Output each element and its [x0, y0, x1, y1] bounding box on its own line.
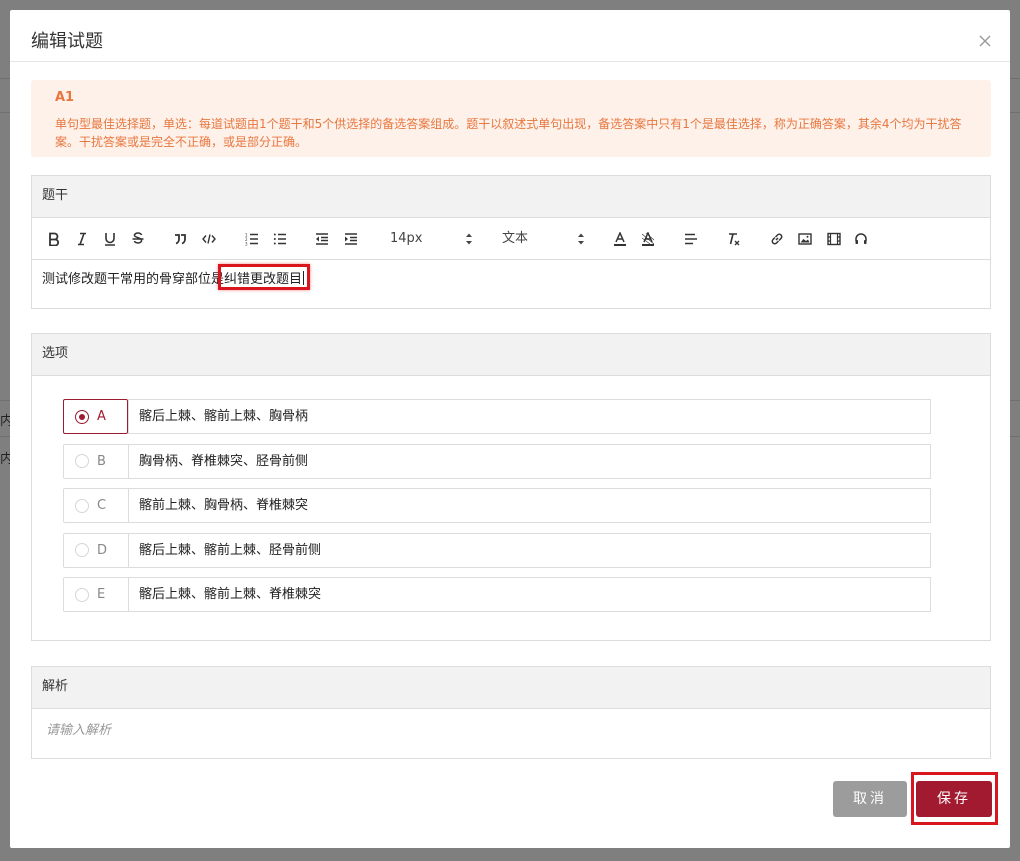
indent-icon[interactable] — [342, 230, 360, 248]
save-button[interactable]: 保存 — [916, 781, 992, 817]
question-type-code: A1 — [55, 90, 75, 105]
stem-editor[interactable]: 测试修改题干常用的骨穿部位是纠错更改题目 — [32, 260, 990, 308]
image-icon[interactable] — [796, 230, 814, 248]
option-text-input[interactable]: 胸骨柄、脊椎棘突、胫骨前侧 — [128, 443, 931, 479]
radio-button[interactable] — [75, 498, 89, 513]
stem-panel-title: 题干 — [32, 176, 990, 218]
bullet-list-icon[interactable] — [271, 230, 289, 248]
option-select-e[interactable]: E — [63, 577, 128, 612]
block-type-value: 文本 — [502, 231, 529, 246]
radio-button[interactable] — [75, 543, 89, 557]
radio-button[interactable] — [75, 409, 89, 424]
blockquote-icon[interactable] — [171, 230, 189, 248]
close-icon[interactable] — [978, 34, 992, 48]
bold-icon[interactable] — [45, 230, 63, 248]
block-type-select[interactable]: 文本 — [502, 229, 586, 249]
svg-text:3: 3 — [245, 242, 248, 247]
outdent-icon[interactable] — [313, 230, 331, 248]
question-type-description: 单句型最佳选择题，单选：每道试题由1个题干和5个供选择的备选答案组成。题干以叙述… — [55, 117, 962, 149]
font-color-icon[interactable] — [611, 230, 629, 248]
link-icon[interactable] — [768, 230, 786, 248]
option-letter: C — [97, 498, 107, 513]
strikethrough-icon[interactable] — [129, 230, 147, 248]
options-panel-title: 选项 — [32, 334, 990, 376]
ordered-list-icon[interactable]: 123 — [243, 230, 261, 248]
radio-button[interactable] — [75, 587, 89, 602]
select-arrows-icon — [578, 233, 584, 245]
clear-format-icon[interactable] — [725, 230, 743, 248]
analysis-panel-title: 解析 — [32, 667, 990, 709]
option-letter: A — [97, 409, 106, 424]
option-text-input[interactable]: 髂前上棘、胸骨柄、脊椎棘突 — [128, 488, 931, 523]
stem-panel: 题干 123 14px 文本 测试修改题干常用的骨穿部位是纠错更改题目 — [31, 175, 991, 309]
code-icon[interactable] — [200, 230, 218, 248]
annotation-highlight-box — [218, 264, 310, 290]
align-icon[interactable] — [682, 230, 700, 248]
font-size-value: 14px — [390, 231, 423, 246]
option-text-input[interactable]: 髂后上棘、髂前上棘、脊椎棘突 — [128, 577, 931, 612]
option-select-c[interactable]: C — [63, 488, 128, 523]
underline-icon[interactable] — [101, 230, 119, 248]
stem-text: 测试修改题干常用的骨穿部位是 — [42, 272, 225, 287]
option-select-b[interactable]: B — [63, 443, 128, 479]
video-icon[interactable] — [825, 230, 843, 248]
italic-icon[interactable] — [73, 230, 91, 248]
select-arrows-icon — [466, 233, 472, 245]
editor-toolbar: 123 14px 文本 — [32, 218, 990, 260]
option-letter: E — [97, 587, 106, 602]
option-text-input[interactable]: 髂后上棘、髂前上棘、胫骨前侧 — [128, 532, 931, 568]
font-size-select[interactable]: 14px — [390, 229, 474, 249]
option-select-d[interactable]: D — [63, 532, 128, 568]
analysis-input[interactable]: 请输入解析 — [32, 709, 990, 759]
option-text-input[interactable]: 髂后上棘、髂前上棘、胸骨柄 — [128, 399, 931, 434]
cancel-button[interactable]: 取消 — [833, 781, 907, 817]
radio-button[interactable] — [75, 454, 89, 468]
audio-icon[interactable] — [852, 230, 870, 248]
option-select-a[interactable]: A — [63, 399, 128, 434]
options-panel: 选项 A 髂后上棘、髂前上棘、胸骨柄 B 胸骨柄、脊椎棘突、胫骨前侧 C 髂前上棘、胸骨柄… — [31, 333, 991, 641]
question-type-notice: A1 单句型最佳选择题，单选：每道试题由1个题干和5个供选择的备选答案组成。题干… — [31, 80, 991, 157]
dialog-title: 编辑试题 — [31, 31, 103, 52]
option-letter: D — [97, 542, 108, 558]
analysis-panel: 解析 请输入解析 — [31, 666, 991, 759]
background-color-icon[interactable] — [639, 230, 657, 248]
edit-question-dialog: 编辑试题 A1 单句型最佳选择题，单选：每道试题由1个题干和5个供选择的备选答案… — [10, 10, 1010, 848]
option-letter: B — [97, 453, 106, 469]
dialog-header: 编辑试题 — [10, 10, 1010, 62]
